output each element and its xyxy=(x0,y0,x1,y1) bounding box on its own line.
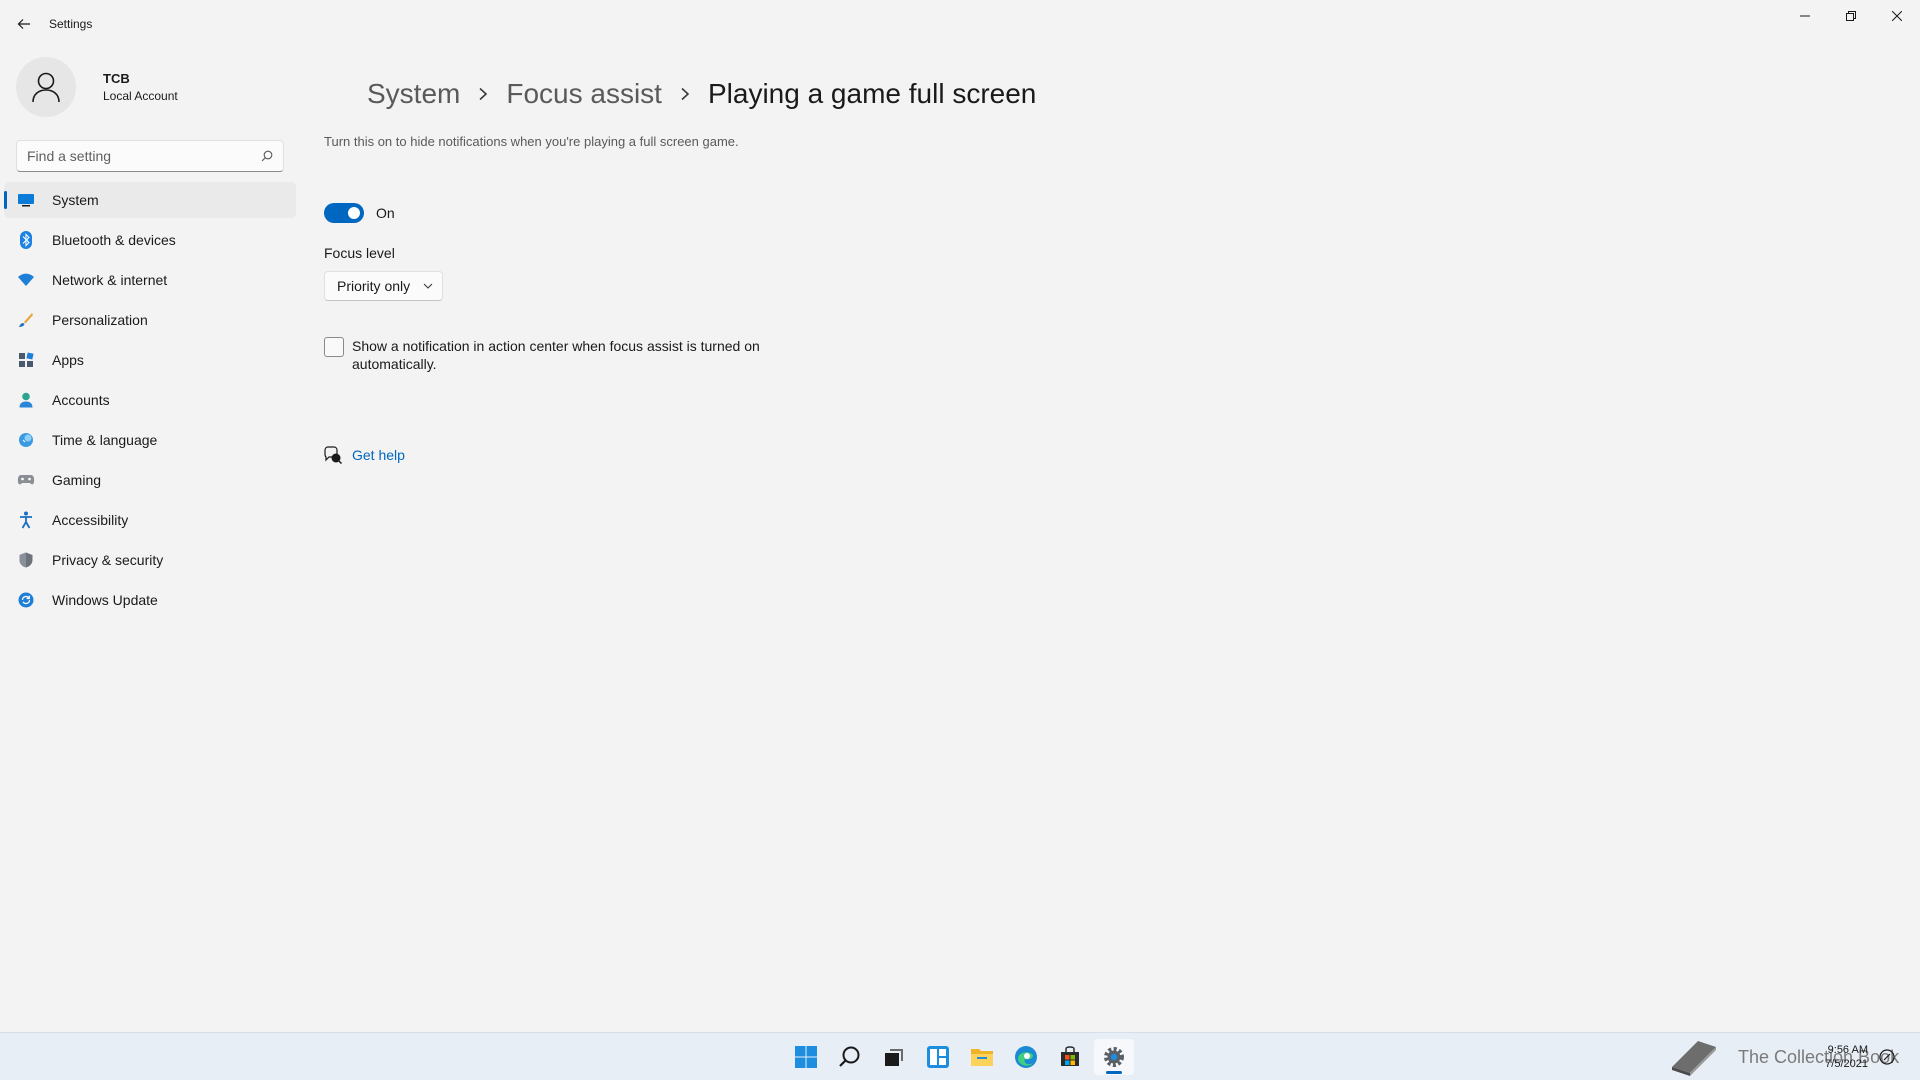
breadcrumb-system[interactable]: System xyxy=(367,78,460,110)
clock[interactable]: 9:56 AM 7/5/2021 xyxy=(1825,1043,1868,1071)
minimize-button[interactable] xyxy=(1782,0,1828,32)
edge-button[interactable] xyxy=(1006,1039,1046,1075)
notification-checkbox-row: Show a notification in action center whe… xyxy=(324,337,782,373)
game-focus-toggle[interactable] xyxy=(324,203,364,223)
clock-time: 9:56 AM xyxy=(1827,1044,1868,1056)
get-help-row: Get help xyxy=(324,446,405,464)
gaming-icon xyxy=(16,470,36,490)
store-button[interactable] xyxy=(1050,1039,1090,1075)
title-bar: Settings xyxy=(0,0,1920,48)
close-button[interactable] xyxy=(1874,0,1920,32)
back-button[interactable] xyxy=(12,12,36,36)
focus-level-value: Priority only xyxy=(337,278,411,294)
restore-button[interactable] xyxy=(1828,0,1874,32)
taskbar-apps xyxy=(786,1039,1138,1075)
user-name: TCB xyxy=(103,71,130,86)
chevron-right-icon xyxy=(478,87,488,101)
accessibility-icon xyxy=(16,510,36,530)
sidebar-item-label: Accessibility xyxy=(52,512,129,528)
sidebar-item-accounts[interactable]: Accounts xyxy=(4,382,296,418)
widgets-button[interactable] xyxy=(918,1039,958,1075)
chevron-right-icon xyxy=(680,87,690,101)
sidebar-item-system[interactable]: System xyxy=(4,182,296,218)
accounts-icon xyxy=(16,390,36,410)
taskbar: The Collection Book 9:56 AM 7/5/2021 xyxy=(0,1032,1920,1080)
store-icon xyxy=(1061,1046,1079,1066)
close-icon xyxy=(1892,11,1902,21)
account-type: Local Account xyxy=(103,89,178,103)
start-button[interactable] xyxy=(786,1039,826,1075)
focus-level-dropdown[interactable]: Priority only xyxy=(324,271,443,301)
sidebar-item-windows-update[interactable]: Windows Update xyxy=(4,582,296,618)
sidebar-item-label: Network & internet xyxy=(52,272,168,288)
shield-icon xyxy=(16,550,36,570)
focus-level-label: Focus level xyxy=(324,245,395,261)
time-language-icon xyxy=(16,430,36,450)
page-title: Playing a game full screen xyxy=(707,78,1037,109)
breadcrumb: System Focus assist Playing a game full … xyxy=(367,78,1036,110)
breadcrumb-focus-assist[interactable]: Focus assist xyxy=(506,78,662,110)
sidebar-item-label: Apps xyxy=(52,352,84,368)
sidebar-item-label: System xyxy=(52,192,99,208)
edge-icon xyxy=(1015,1046,1037,1068)
sidebar-nav: System Bluetooth & devices Network & int… xyxy=(4,182,296,622)
notification-checkbox-label[interactable]: Show a notification in action center whe… xyxy=(352,337,782,373)
back-arrow-icon xyxy=(17,19,30,29)
update-icon xyxy=(16,590,36,610)
sidebar-item-gaming[interactable]: Gaming xyxy=(4,462,296,498)
sidebar-item-apps[interactable]: Apps xyxy=(4,342,296,378)
settings-icon xyxy=(1104,1047,1124,1067)
sidebar-item-label: Privacy & security xyxy=(52,552,164,568)
notification-icon[interactable] xyxy=(1878,1048,1896,1066)
app-title: Settings xyxy=(49,17,93,31)
toggle-knob xyxy=(348,207,360,219)
apps-icon xyxy=(16,350,36,370)
toggle-state-label: On xyxy=(376,205,395,221)
sidebar-item-privacy[interactable]: Privacy & security xyxy=(4,542,296,578)
sidebar-item-label: Accounts xyxy=(52,392,110,408)
system-icon xyxy=(16,190,36,210)
sidebar-item-network[interactable]: Network & internet xyxy=(4,262,296,298)
sidebar-item-label: Windows Update xyxy=(52,592,158,608)
help-icon xyxy=(324,446,342,464)
task-view-button[interactable] xyxy=(874,1039,914,1075)
system-tray: 9:56 AM 7/5/2021 xyxy=(1817,1043,1896,1071)
search-box[interactable] xyxy=(16,140,284,172)
minimize-icon xyxy=(1800,15,1810,17)
file-explorer-icon xyxy=(971,1049,993,1066)
task-view-icon xyxy=(885,1049,903,1066)
search-icon[interactable] xyxy=(261,150,273,162)
get-help-link[interactable]: Get help xyxy=(352,447,405,463)
search-input[interactable] xyxy=(27,148,261,164)
sidebar-item-label: Gaming xyxy=(52,472,102,488)
game-focus-toggle-row: On xyxy=(324,203,395,223)
clock-date: 7/5/2021 xyxy=(1825,1058,1868,1070)
widgets-icon xyxy=(927,1046,949,1068)
page-description: Turn this on to hide notifications when … xyxy=(324,134,739,149)
user-profile[interactable]: TCB Local Account xyxy=(16,56,178,118)
avatar xyxy=(16,57,76,117)
settings-taskbar-button[interactable] xyxy=(1094,1039,1134,1075)
sidebar-item-label: Personalization xyxy=(52,312,148,328)
notification-checkbox[interactable] xyxy=(324,337,344,357)
start-icon xyxy=(795,1046,817,1068)
book-icon xyxy=(1672,1041,1716,1076)
bluetooth-icon xyxy=(16,230,36,250)
sidebar-item-personalization[interactable]: Personalization xyxy=(4,302,296,338)
search-icon xyxy=(839,1046,860,1067)
restore-icon xyxy=(1846,11,1856,21)
taskbar-search-button[interactable] xyxy=(830,1039,870,1075)
sidebar-item-label: Time & language xyxy=(52,432,158,448)
person-icon xyxy=(32,72,60,103)
brush-icon xyxy=(16,310,36,330)
chevron-down-icon xyxy=(423,283,433,289)
sidebar-item-time-language[interactable]: Time & language xyxy=(4,422,296,458)
sidebar-item-label: Bluetooth & devices xyxy=(52,232,176,248)
file-explorer-button[interactable] xyxy=(962,1039,1002,1075)
sidebar-item-accessibility[interactable]: Accessibility xyxy=(4,502,296,538)
network-icon xyxy=(16,270,36,290)
sidebar-item-bluetooth[interactable]: Bluetooth & devices xyxy=(4,222,296,258)
